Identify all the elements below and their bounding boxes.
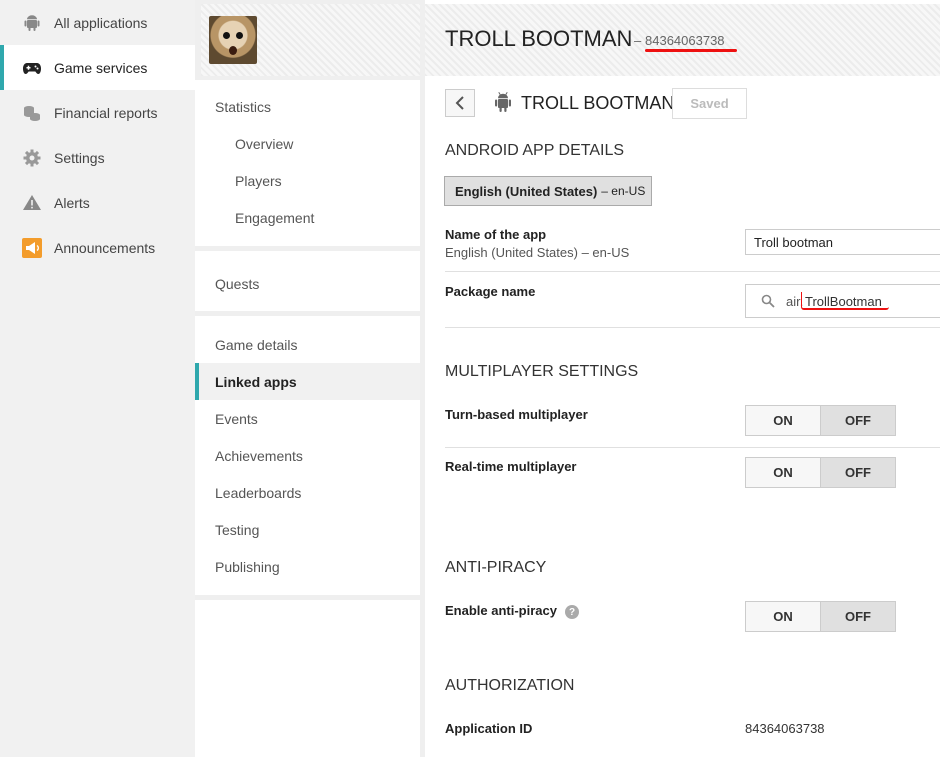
application-id-label: Application ID bbox=[445, 721, 533, 736]
turn-based-off-button[interactable]: OFF bbox=[820, 406, 895, 435]
nav-item-label: Financial reports bbox=[54, 104, 158, 121]
nav-item-alerts[interactable]: Alerts bbox=[0, 180, 195, 225]
turn-based-on-button[interactable]: ON bbox=[746, 406, 820, 435]
nav-item-game-services[interactable]: Game services bbox=[0, 45, 195, 90]
menu-publishing[interactable]: Publishing bbox=[195, 548, 420, 585]
game-menu-column: Statistics Overview Players Engagement Q… bbox=[195, 0, 425, 757]
page-header: TROLL BOOTMAN – 84364063738 bbox=[425, 4, 940, 76]
app-name-label: Name of the app bbox=[445, 227, 547, 242]
anti-piracy-off-button[interactable]: OFF bbox=[820, 602, 895, 631]
package-name-label: Package name bbox=[445, 284, 536, 299]
red-highlight-mark bbox=[801, 292, 889, 310]
nav-item-all-applications[interactable]: All applications bbox=[0, 0, 195, 45]
menu-statistics[interactable]: Statistics bbox=[195, 88, 420, 125]
application-id-value: 84364063738 bbox=[745, 721, 825, 736]
app-name-input[interactable] bbox=[745, 229, 940, 255]
nav-item-label: Alerts bbox=[54, 194, 90, 211]
android-icon bbox=[22, 13, 42, 33]
help-icon[interactable]: ? bbox=[565, 605, 579, 619]
menu-players[interactable]: Players bbox=[195, 162, 420, 199]
warning-icon bbox=[22, 193, 42, 213]
divider bbox=[445, 327, 940, 328]
quests-panel: Quests bbox=[195, 251, 420, 311]
section-multiplayer: MULTIPLAYER SETTINGS bbox=[445, 363, 639, 380]
gamepad-icon bbox=[22, 58, 42, 78]
anti-piracy-toggle[interactable]: ON OFF bbox=[745, 601, 896, 632]
red-highlight-underline bbox=[645, 49, 737, 52]
header-app-id: 84364063738 bbox=[645, 33, 725, 48]
menu-quests[interactable]: Quests bbox=[195, 265, 420, 302]
divider bbox=[445, 271, 940, 272]
anti-piracy-label: Enable anti-piracy bbox=[445, 603, 557, 618]
android-icon bbox=[495, 91, 511, 112]
package-name-field[interactable]: air. TrollBootman bbox=[745, 284, 940, 318]
chevron-left-icon bbox=[455, 96, 464, 110]
megaphone-icon bbox=[22, 237, 42, 258]
realtime-off-button[interactable]: OFF bbox=[820, 458, 895, 487]
realtime-on-button[interactable]: ON bbox=[746, 458, 820, 487]
left-nav: All applications Game services Financial… bbox=[0, 0, 195, 757]
page-title: TROLL BOOTMAN bbox=[445, 26, 633, 51]
menu-testing[interactable]: Testing bbox=[195, 511, 420, 548]
language-code: – en-US bbox=[601, 184, 646, 198]
section-android-details: ANDROID APP DETAILS bbox=[445, 142, 625, 159]
menu-leaderboards[interactable]: Leaderboards bbox=[195, 474, 420, 511]
app-name-sublabel: English (United States) – en-US bbox=[445, 245, 630, 260]
menu-overview[interactable]: Overview bbox=[195, 125, 420, 162]
nav-item-label: Announcements bbox=[54, 239, 156, 256]
menu-game-details[interactable]: Game details bbox=[195, 326, 420, 363]
game-header bbox=[201, 4, 420, 76]
search-icon bbox=[761, 294, 775, 308]
anti-piracy-on-button[interactable]: ON bbox=[746, 602, 820, 631]
statistics-panel: Statistics Overview Players Engagement bbox=[195, 80, 420, 246]
title-separator: – bbox=[634, 33, 642, 48]
nav-item-announcements[interactable]: Announcements bbox=[0, 225, 195, 270]
section-authorization: AUTHORIZATION bbox=[445, 677, 575, 694]
section-anti-piracy: ANTI-PIRACY bbox=[445, 559, 547, 576]
saved-button[interactable]: Saved bbox=[672, 88, 747, 119]
menu-linked-apps[interactable]: Linked apps bbox=[195, 363, 420, 400]
realtime-label: Real-time multiplayer bbox=[445, 459, 577, 474]
linked-app-title: TROLL BOOTMAN bbox=[521, 93, 675, 113]
realtime-toggle[interactable]: ON OFF bbox=[745, 457, 896, 488]
nav-item-label: Game services bbox=[54, 59, 148, 76]
gear-icon bbox=[22, 148, 42, 168]
game-avatar[interactable] bbox=[209, 16, 257, 64]
nav-item-label: Settings bbox=[54, 149, 105, 166]
turn-based-toggle[interactable]: ON OFF bbox=[745, 405, 896, 436]
language-button[interactable]: English (United States) – en-US bbox=[444, 176, 652, 206]
menu-events[interactable]: Events bbox=[195, 400, 420, 437]
empty-panel bbox=[195, 600, 420, 757]
nav-item-label: All applications bbox=[54, 14, 148, 31]
turn-based-label: Turn-based multiplayer bbox=[445, 407, 588, 422]
nav-item-financial-reports[interactable]: Financial reports bbox=[0, 90, 195, 135]
menu-achievements[interactable]: Achievements bbox=[195, 437, 420, 474]
language-label: English (United States) bbox=[455, 183, 598, 199]
back-button[interactable] bbox=[445, 89, 475, 117]
menu-engagement[interactable]: Engagement bbox=[195, 199, 420, 236]
divider bbox=[445, 447, 940, 448]
nav-item-settings[interactable]: Settings bbox=[0, 135, 195, 180]
coins-icon bbox=[22, 103, 42, 123]
main-content: TROLL BOOTMAN – 84364063738 TROLL BOOTMA… bbox=[425, 0, 940, 757]
game-config-panel: Game details Linked apps Events Achievem… bbox=[195, 316, 420, 595]
